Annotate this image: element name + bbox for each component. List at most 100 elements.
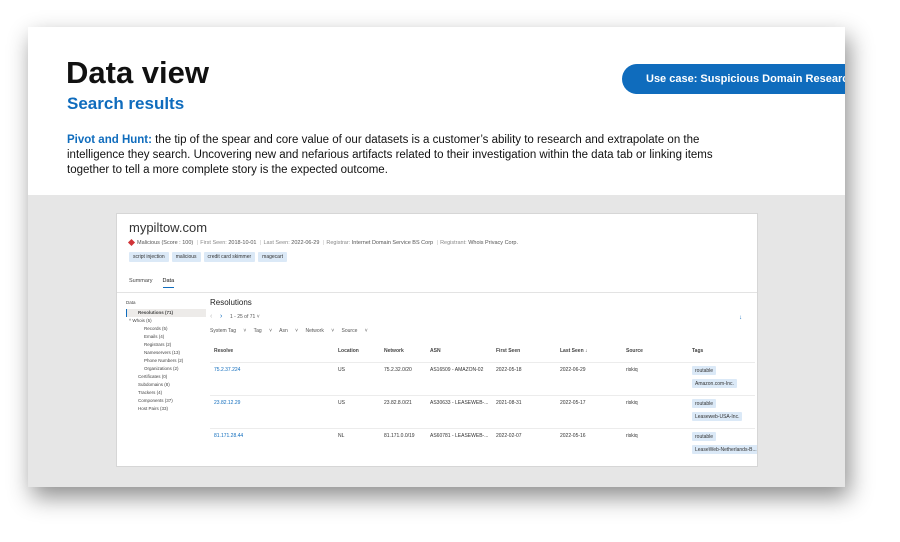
page-title: Data view bbox=[66, 55, 210, 90]
table-header: Resolve Location Network ASN First Seen … bbox=[210, 348, 755, 358]
asn-cell: AS16509 - AMAZON-02 bbox=[430, 367, 484, 373]
description-body: the tip of the spear and core value of o… bbox=[67, 134, 713, 176]
source-cell: riskiq bbox=[626, 400, 638, 406]
filter-network[interactable]: Network ˅ bbox=[305, 328, 334, 334]
domain-title: mypiltow.com bbox=[129, 220, 208, 235]
column-header[interactable]: ASN bbox=[430, 348, 441, 354]
column-header[interactable]: Resolve bbox=[214, 348, 233, 354]
last-seen-cell: 2022-05-17 bbox=[560, 400, 586, 406]
sidebar-item-resolutions[interactable]: Resolutions (71) bbox=[126, 309, 206, 317]
column-header[interactable]: First Seen bbox=[496, 348, 520, 354]
sidebar-item-records[interactable]: Records (5) bbox=[126, 325, 206, 333]
column-header[interactable]: Network bbox=[384, 348, 404, 354]
tag-chip[interactable]: script injection bbox=[129, 252, 169, 262]
first-seen-cell: 2022-05-18 bbox=[496, 367, 522, 373]
first-seen-value: 2018-10-01 bbox=[228, 240, 257, 246]
first-seen-cell: 2021-08-31 bbox=[496, 400, 522, 406]
table-row[interactable]: 81.171.28.44 NL 81.171.0.0/19 AS60781 - … bbox=[210, 428, 757, 462]
app-window: mypiltow.com Malicious (Score : 100) | Fi… bbox=[116, 213, 758, 467]
sidebar-item-whois[interactable]: ^ Whois (5) bbox=[126, 317, 206, 325]
sidebar-item-registrars[interactable]: Registrars (2) bbox=[126, 341, 206, 349]
tags-cell: routable Amazon.com-Inc. bbox=[692, 366, 737, 392]
tag-chip[interactable]: credit card skimmer bbox=[203, 252, 256, 262]
page-subtitle: Search results bbox=[67, 94, 185, 113]
screenshot-backdrop: mypiltow.com Malicious (Score : 100) | Fi… bbox=[28, 195, 845, 487]
resolutions-panel: Resolutions ‹ › 1 - 25 of 71 ˅ System Tag … bbox=[210, 298, 757, 454]
sidebar-item-components[interactable]: Components (37) bbox=[126, 397, 206, 405]
filter-asn[interactable]: Asn ˅ bbox=[279, 328, 298, 334]
asn-cell: AS30633 - LEASEWEB-... bbox=[430, 400, 489, 406]
sidebar-item-nameservers[interactable]: Nameservers (13) bbox=[126, 349, 206, 357]
location-cell: NL bbox=[338, 433, 345, 439]
source-cell: riskiq bbox=[626, 433, 638, 439]
sidebar-item-trackers[interactable]: Trackers (4) bbox=[126, 389, 206, 397]
tags-cell: routable Leaseweb-USA-Inc. bbox=[692, 399, 743, 425]
network-cell: 75.2.32.0/20 bbox=[384, 367, 412, 373]
column-header[interactable]: Last Seen ↓ bbox=[560, 348, 588, 354]
column-header[interactable]: Location bbox=[338, 348, 359, 354]
first-seen-label: First Seen: bbox=[200, 240, 227, 246]
use-case-banner: Use case: Suspicious Domain Research bbox=[622, 64, 845, 94]
data-sidebar: Data Resolutions (71) ^ Whois (5) Record… bbox=[126, 300, 206, 413]
sidebar-heading: Data bbox=[126, 300, 136, 305]
description-lead: Pivot and Hunt: bbox=[67, 134, 152, 146]
resolve-link[interactable]: 75.2.37.224 bbox=[214, 367, 240, 373]
table-row[interactable]: 23.82.12.29 US 23.82.8.0/21 AS30633 - LE… bbox=[210, 395, 755, 429]
asn-cell: AS60781 - LEASEWEB-... bbox=[430, 433, 489, 439]
resolve-link[interactable]: 81.171.28.44 bbox=[214, 433, 243, 439]
resolve-link[interactable]: 23.82.12.29 bbox=[214, 400, 240, 406]
domain-tags: script injection malicious credit card ski… bbox=[129, 252, 290, 262]
description: Pivot and Hunt: the tip of the spear and… bbox=[67, 133, 727, 178]
location-cell: US bbox=[338, 400, 345, 406]
registrant-value: Whois Privacy Corp. bbox=[468, 240, 519, 246]
slide: Data view Search results Use case: Suspi… bbox=[28, 27, 845, 487]
section-title: Resolutions bbox=[210, 298, 252, 307]
registrar-value: Internet Domain Service BS Corp bbox=[351, 240, 434, 246]
location-cell: US bbox=[338, 367, 345, 373]
last-seen-cell: 2022-05-16 bbox=[560, 433, 586, 439]
sidebar-item-emails[interactable]: Emails (4) bbox=[126, 333, 206, 341]
registrant-label: Registrant: bbox=[440, 240, 467, 246]
tab-data[interactable]: Data bbox=[162, 278, 175, 288]
pagination-label[interactable]: 1 - 25 of 71 bbox=[230, 314, 255, 320]
sidebar-item-phone-numbers[interactable]: Phone Numbers (2) bbox=[126, 357, 206, 365]
tag-chip[interactable]: routable bbox=[692, 432, 717, 441]
table-row[interactable]: 75.2.37.224 US 75.2.32.0/20 AS16509 - AM… bbox=[210, 362, 755, 396]
tag-chip[interactable]: routable bbox=[692, 366, 717, 375]
network-cell: 23.82.8.0/21 bbox=[384, 400, 412, 406]
tag-chip[interactable]: magecart bbox=[258, 252, 287, 262]
divider bbox=[117, 292, 757, 293]
sidebar-item-host-pairs[interactable]: Host Pairs (33) bbox=[126, 405, 206, 413]
column-header[interactable]: Tags bbox=[692, 348, 703, 354]
last-seen-value: 2022-06-29 bbox=[291, 240, 320, 246]
tag-chip[interactable]: malicious bbox=[171, 252, 201, 262]
network-cell: 81.171.0.0/19 bbox=[384, 433, 415, 439]
tags-cell: routable LeaseWeb-Netherlands-B... bbox=[692, 432, 757, 458]
tag-chip[interactable]: routable bbox=[692, 399, 717, 408]
last-seen-label: Last Seen: bbox=[263, 240, 290, 246]
filter-tag[interactable]: Tag ˅ bbox=[254, 328, 272, 334]
tab-summary[interactable]: Summary bbox=[129, 278, 153, 287]
sidebar-item-subdomains[interactable]: Subdomains (8) bbox=[126, 381, 206, 389]
column-header[interactable]: Source bbox=[626, 348, 643, 354]
sidebar-item-organizations[interactable]: Organizations (2) bbox=[126, 365, 206, 373]
registrar-label: Registrar: bbox=[326, 240, 351, 246]
chevron-down-icon: ˅ bbox=[256, 314, 260, 320]
tab-bar: Summary Data bbox=[129, 278, 184, 288]
next-page-icon[interactable]: › bbox=[220, 313, 230, 320]
last-seen-cell: 2022-06-29 bbox=[560, 367, 586, 373]
tag-chip[interactable]: Leaseweb-USA-Inc. bbox=[692, 412, 743, 421]
source-cell: riskiq bbox=[626, 367, 638, 373]
domain-meta: Malicious (Score : 100) | First Seen: 201… bbox=[127, 239, 519, 247]
filter-source[interactable]: Source ˅ bbox=[342, 328, 368, 334]
tag-chip[interactable]: Amazon.com-Inc. bbox=[692, 379, 737, 388]
filter-system-tag[interactable]: System Tag ˅ bbox=[210, 328, 246, 334]
sidebar-item-certificates[interactable]: Certificates (0) bbox=[126, 373, 206, 381]
tag-chip[interactable]: LeaseWeb-Netherlands-B... bbox=[692, 445, 757, 454]
reputation-badge: Malicious (Score : 100) bbox=[137, 240, 194, 246]
first-seen-cell: 2022-02-07 bbox=[496, 433, 522, 439]
prev-page-icon[interactable]: ‹ bbox=[210, 313, 220, 320]
pagination: ‹ › 1 - 25 of 71 ˅ bbox=[210, 313, 755, 320]
filter-bar: System Tag ˅ Tag ˅ Asn ˅ Network ˅ Sourc… bbox=[210, 328, 755, 334]
malicious-icon bbox=[127, 239, 136, 247]
